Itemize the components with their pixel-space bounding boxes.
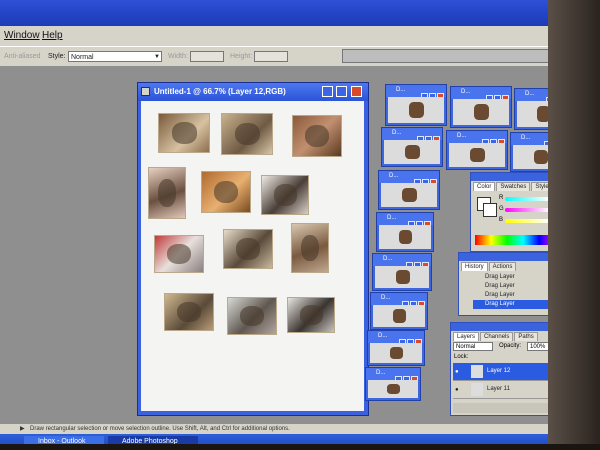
- mini-window-title: D...: [392, 130, 402, 136]
- width-label: Width:: [168, 53, 188, 60]
- history-palette-titlebar[interactable]: [459, 253, 559, 261]
- layers-palette: Layers Channels Paths Normal Opacity: 100%…: [450, 322, 556, 416]
- layers-palette-titlebar[interactable]: [451, 323, 555, 331]
- cat-photo: [292, 115, 342, 157]
- status-bar: ▶ Draw rectangular selection or move sel…: [0, 424, 600, 434]
- menu-help[interactable]: Help: [42, 30, 63, 41]
- lock-label: Lock:: [454, 354, 469, 360]
- mini-window-title: D...: [396, 87, 406, 93]
- document-title: Untitled-1 @ 66.7% (Layer 12,RGB): [154, 87, 286, 96]
- mini-window-title: D...: [457, 133, 467, 139]
- monitor-bezel-bottom: [0, 444, 600, 450]
- red-slider[interactable]: [505, 197, 549, 201]
- history-item[interactable]: Drag Layer: [473, 282, 558, 291]
- green-slider[interactable]: [505, 208, 549, 212]
- document-title-bar[interactable]: Untitled-1 @ 66.7% (Layer 12,RGB): [138, 83, 368, 101]
- mini-document-window[interactable]: D...: [385, 84, 447, 126]
- layer-row-selected[interactable]: ● Layer 12: [453, 363, 555, 381]
- eye-icon[interactable]: ●: [455, 369, 459, 375]
- document-canvas[interactable]: [141, 101, 364, 411]
- mini-document-window[interactable]: D...: [370, 292, 428, 330]
- menu-bar: Window Help: [0, 26, 600, 46]
- mini-document-window[interactable]: D...: [365, 367, 421, 401]
- tab-history[interactable]: History: [461, 262, 488, 271]
- mini-window-title: D...: [525, 91, 535, 97]
- layer-thumbnail: [471, 365, 483, 378]
- tab-channels[interactable]: Channels: [480, 332, 514, 341]
- mini-document-window[interactable]: D...: [372, 253, 432, 291]
- layer-name: Layer 12: [487, 368, 511, 374]
- style-select-value: Normal: [71, 54, 94, 61]
- mini-document-window[interactable]: D...: [381, 127, 443, 167]
- anti-aliased-label[interactable]: Anti-aliased: [4, 53, 41, 60]
- cat-photo: [261, 175, 309, 215]
- monitor-bezel: [548, 0, 600, 450]
- history-item[interactable]: Drag Layer: [473, 291, 558, 300]
- history-item-selected[interactable]: Drag Layer: [473, 300, 558, 309]
- layers-palette-tabs: Layers Channels Paths: [453, 332, 539, 342]
- status-text: Draw rectangular selection or move selec…: [30, 426, 290, 432]
- chevron-down-icon: ▼: [154, 54, 160, 60]
- history-palette-tabs: History Actions: [461, 262, 517, 272]
- tab-paths[interactable]: Paths: [514, 332, 538, 341]
- mini-document-window[interactable]: D...: [446, 130, 508, 170]
- history-palette: History Actions Drag Layer Drag Layer Dra…: [458, 252, 560, 316]
- mini-window-title: D...: [378, 333, 388, 339]
- mini-document-window[interactable]: D...: [376, 212, 434, 252]
- cat-photo: [227, 297, 277, 335]
- cat-photo: [164, 293, 214, 331]
- monitor-screen: Window Help Anti-aliased Style: Normal ▼…: [0, 0, 600, 450]
- cat-photo: [223, 229, 273, 269]
- layer-name: Layer 11: [487, 386, 510, 392]
- cat-photo: [148, 167, 186, 219]
- r-label: R: [499, 195, 504, 201]
- cat-photo: [154, 235, 204, 273]
- g-label: G: [499, 206, 504, 212]
- mini-window-title: D...: [389, 173, 399, 179]
- tab-swatches[interactable]: Swatches: [496, 182, 531, 191]
- options-bar: Anti-aliased Style: Normal ▼ Width: Heig…: [0, 46, 600, 68]
- doc-close-button[interactable]: [351, 86, 362, 97]
- b-label: B: [499, 217, 504, 223]
- tab-actions[interactable]: Actions: [488, 262, 517, 271]
- cat-photo: [201, 171, 251, 213]
- tab-color[interactable]: Color: [473, 182, 496, 191]
- cat-photo: [287, 297, 335, 333]
- mini-window-title: D...: [521, 135, 531, 141]
- blue-slider[interactable]: [505, 219, 549, 223]
- mini-window-title: D...: [387, 215, 397, 221]
- blend-mode-select[interactable]: Normal: [453, 342, 493, 351]
- cat-photo: [291, 223, 329, 273]
- mini-window-title: D...: [381, 295, 391, 301]
- mini-document-window[interactable]: D...: [367, 330, 425, 366]
- history-item[interactable]: Drag Layer: [473, 273, 558, 282]
- background-color-swatch[interactable]: [483, 203, 497, 217]
- layer-thumbnail: [471, 383, 483, 396]
- tab-layers[interactable]: Layers: [453, 332, 480, 341]
- doc-maximize-button[interactable]: [336, 86, 347, 97]
- status-arrow-icon: ▶: [20, 426, 25, 432]
- eye-icon[interactable]: ●: [455, 387, 459, 393]
- color-palette-tabs: Color Swatches Styles: [473, 182, 557, 192]
- app-title-bar: [0, 0, 600, 51]
- layer-row[interactable]: ● Layer 11: [453, 381, 555, 399]
- opacity-label: Opacity:: [499, 343, 522, 349]
- mini-window-title: D...: [376, 370, 386, 376]
- mini-window-title: D...: [461, 89, 471, 95]
- cat-photo: [158, 113, 210, 153]
- style-label: Style:: [48, 53, 66, 60]
- doc-minimize-button[interactable]: [322, 86, 333, 97]
- mini-document-window[interactable]: D...: [378, 170, 440, 210]
- cat-photo: [221, 113, 273, 155]
- style-select[interactable]: Normal ▼: [68, 51, 162, 62]
- height-label: Height:: [230, 53, 253, 60]
- document-icon: [141, 87, 150, 96]
- mini-window-title: D...: [383, 256, 393, 262]
- menu-window[interactable]: Window: [4, 30, 40, 41]
- height-field[interactable]: [254, 51, 288, 62]
- mini-document-window[interactable]: D...: [450, 86, 512, 128]
- document-window[interactable]: Untitled-1 @ 66.7% (Layer 12,RGB): [137, 82, 369, 416]
- layers-bottom-toolbar: [453, 403, 553, 413]
- width-field[interactable]: [190, 51, 224, 62]
